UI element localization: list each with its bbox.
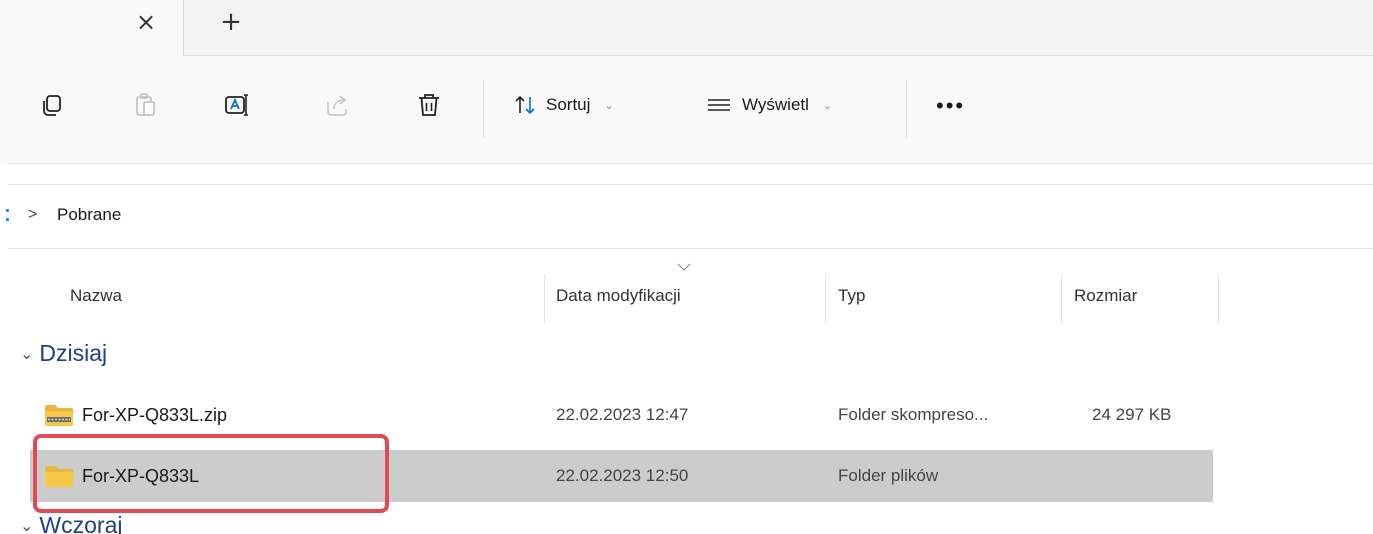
- group-label: Dzisiaj: [39, 340, 108, 366]
- active-tab[interactable]: ×: [0, 0, 184, 56]
- new-tab-icon[interactable]: +: [219, 9, 243, 35]
- address-bar-top-border: [8, 184, 1373, 185]
- copy-icon[interactable]: [37, 90, 67, 120]
- rename-icon[interactable]: [222, 90, 252, 120]
- breadcrumb-current[interactable]: Pobrane: [57, 205, 121, 225]
- close-tab-icon[interactable]: ×: [134, 10, 158, 34]
- address-bar-bottom-border: [8, 248, 1373, 249]
- address-overflow-icon[interactable]: [6, 209, 10, 225]
- view-button[interactable]: Wyświetl ⌄: [706, 90, 832, 120]
- column-divider[interactable]: [1061, 274, 1062, 324]
- trash-icon[interactable]: [414, 90, 444, 120]
- file-name: For-XP-Q833L.zip: [82, 404, 228, 425]
- sort-indicator-icon: [677, 263, 691, 271]
- column-divider[interactable]: [544, 274, 545, 324]
- view-list-icon: [708, 99, 730, 111]
- column-header-date[interactable]: Data modyfikacji: [556, 286, 681, 306]
- zip-folder-icon: [45, 405, 73, 426]
- toolbar-separator: [906, 80, 907, 138]
- view-label: Wyświetl: [742, 95, 809, 114]
- paste-icon: [131, 90, 161, 120]
- sort-icon: [515, 95, 535, 115]
- file-name-cell: For-XP-Q833L: [44, 450, 199, 502]
- column-divider[interactable]: [1218, 274, 1219, 324]
- more-options-icon[interactable]: •••: [936, 95, 965, 117]
- file-row-selected[interactable]: For-XP-Q833L 22.02.2023 12:50 Folder pli…: [30, 450, 1213, 502]
- group-header-yesterday[interactable]: ⌄ Wczoraj: [20, 512, 122, 534]
- tab-strip: × +: [0, 0, 1373, 56]
- file-size: 24 297 KB: [1092, 405, 1172, 424]
- folder-icon: [45, 466, 73, 487]
- group-label: Wczoraj: [39, 512, 123, 534]
- command-bar: [0, 56, 1373, 164]
- command-bar-divider: [8, 163, 1373, 164]
- sort-button[interactable]: Sortuj ⌄: [514, 90, 614, 120]
- file-name: For-XP-Q833L: [82, 465, 200, 486]
- column-divider[interactable]: [825, 274, 826, 324]
- collapse-chevron-icon: ⌄: [20, 517, 34, 534]
- breadcrumb-separator: >: [28, 206, 38, 223]
- file-type: Folder skompreso...: [838, 405, 989, 424]
- group-header-today[interactable]: ⌄ Dzisiaj: [20, 340, 107, 367]
- view-chevron-icon: ⌄: [822, 99, 833, 112]
- column-header-size[interactable]: Rozmiar: [1074, 286, 1137, 306]
- file-type: Folder plików: [838, 466, 939, 485]
- sort-chevron-icon: ⌄: [604, 99, 614, 112]
- column-header-type[interactable]: Typ: [838, 286, 865, 306]
- column-header-name[interactable]: Nazwa: [70, 286, 122, 306]
- file-name-cell: For-XP-Q833L.zip: [44, 389, 227, 441]
- collapse-chevron-icon: ⌄: [20, 345, 34, 363]
- sort-label: Sortuj: [546, 95, 591, 114]
- file-row[interactable]: For-XP-Q833L.zip 22.02.2023 12:47 Folder…: [30, 389, 1213, 441]
- toolbar-separator: [483, 80, 484, 138]
- file-date: 22.02.2023 12:50: [556, 466, 689, 485]
- file-date: 22.02.2023 12:47: [556, 405, 689, 424]
- share-icon: [322, 90, 352, 120]
